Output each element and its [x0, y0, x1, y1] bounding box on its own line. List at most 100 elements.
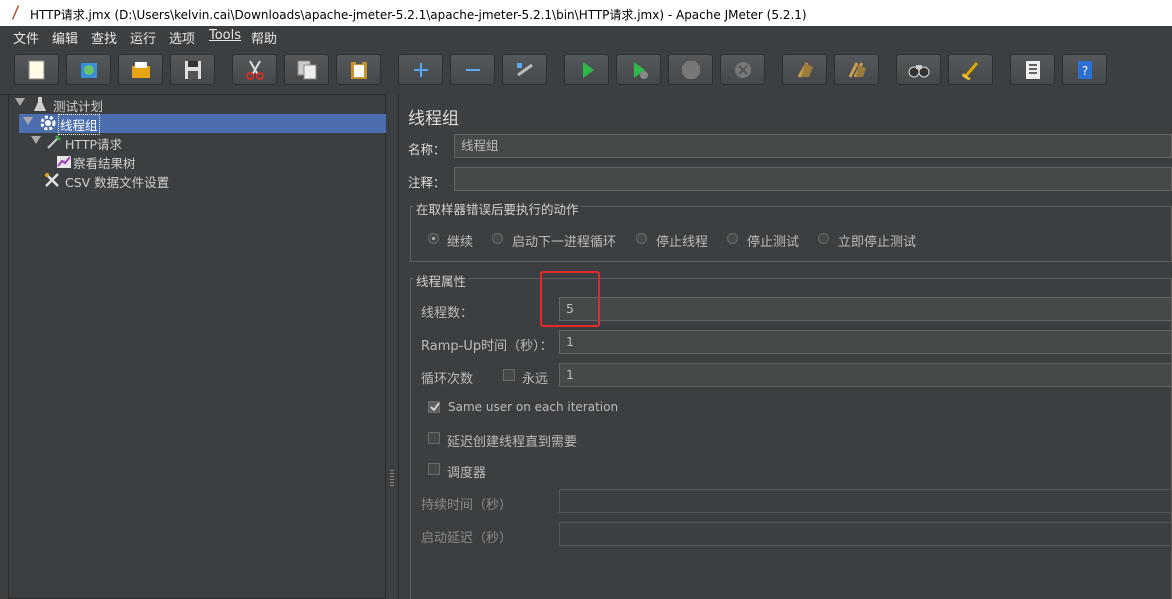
name-label: 名称： — [408, 142, 446, 157]
panel-title: 线程组 — [408, 109, 459, 129]
collapse-all-button[interactable] — [450, 54, 495, 85]
error-action-title: 在取样器错误后要执行的动作 — [414, 199, 581, 218]
same-user-checkbox[interactable] — [428, 401, 440, 413]
search-button[interactable] — [896, 54, 941, 85]
open-button[interactable] — [118, 54, 163, 85]
radio-stop-test-now[interactable] — [818, 233, 829, 244]
help-button[interactable]: ? — [1062, 54, 1107, 85]
function-helper-icon — [1026, 61, 1040, 79]
loop-count-input[interactable]: 1 — [559, 363, 1172, 387]
cut-button[interactable] — [232, 54, 277, 85]
new-button[interactable] — [14, 54, 59, 85]
tree-node-csv-config[interactable]: CSV 数据文件设置 — [13, 171, 233, 190]
templates-icon — [81, 63, 97, 78]
tree-node-http-request[interactable]: HTTP请求 — [13, 133, 213, 152]
forever-label: 永远 — [522, 372, 549, 387]
comment-field[interactable] — [454, 167, 1172, 191]
loop-count-label: 循环次数 — [421, 372, 474, 387]
search-icon — [908, 65, 930, 78]
name-field[interactable]: 线程组 — [454, 134, 1172, 158]
cut-icon — [246, 60, 264, 80]
svg-text:?: ? — [1082, 64, 1088, 78]
duration-input[interactable] — [559, 489, 1172, 513]
clear-all-button[interactable] — [834, 54, 879, 85]
startup-delay-input[interactable] — [559, 522, 1172, 546]
window-title: HTTP请求.jmx (D:\Users\kelvin.cai\Download… — [30, 8, 807, 22]
tree-node-test-plan[interactable]: 测试计划 — [13, 95, 213, 114]
same-user-label: Same user on each iteration — [448, 400, 619, 414]
templates-button[interactable] — [66, 54, 111, 85]
tree-expand-arrow-icon[interactable] — [15, 98, 25, 106]
radio-stop-test-now-label: 立即停止测试 — [838, 235, 917, 250]
save-icon — [185, 61, 201, 79]
reset-search-button[interactable] — [948, 54, 993, 85]
function-helper-button[interactable] — [1010, 54, 1055, 85]
tree-node-result-tree[interactable]: 察看结果树 — [13, 152, 213, 171]
tree-label-thread-group: 线程组 — [58, 114, 100, 135]
menu-tools[interactable]: Tools — [209, 28, 241, 43]
gear-icon — [40, 115, 56, 131]
menu-help[interactable]: 帮助 — [251, 28, 277, 47]
menu-options[interactable]: 选项 — [169, 28, 195, 47]
menu-bar: 文件 编辑 查找 运行 选项 Tools 帮助 — [0, 26, 1172, 48]
expand-all-button[interactable] — [398, 54, 443, 85]
tree-node-thread-group[interactable]: 线程组 — [13, 114, 213, 135]
radio-start-next-loop[interactable] — [492, 233, 503, 244]
thread-properties-title: 线程属性 — [414, 271, 469, 290]
toggle-icon — [517, 63, 533, 77]
collapse-icon — [466, 69, 480, 71]
start-button[interactable] — [564, 54, 609, 85]
menu-file[interactable]: 文件 — [13, 28, 39, 47]
comment-label: 注释： — [408, 175, 446, 190]
splitter-grip-icon — [390, 470, 394, 486]
menu-search[interactable]: 查找 — [91, 28, 117, 47]
threads-input[interactable]: 5 — [559, 297, 1172, 321]
window-title-bar: HTTP请求.jmx (D:\Users\kelvin.cai\Download… — [0, 0, 1172, 26]
help-icon: ? — [1078, 61, 1092, 79]
duration-label: 持续时间（秒） — [421, 498, 513, 513]
jmeter-feather-icon — [12, 5, 19, 20]
radio-continue[interactable] — [428, 233, 439, 244]
start-no-pause-icon — [634, 62, 648, 79]
flask-icon — [34, 97, 46, 111]
rampup-input[interactable]: 1 — [559, 330, 1172, 354]
threads-label: 线程数： — [421, 306, 474, 321]
tree-expand-arrow-icon[interactable] — [31, 136, 41, 144]
rampup-label: Ramp-Up时间（秒）： — [421, 339, 553, 354]
tree-label-http-request: HTTP请求 — [65, 137, 122, 152]
menu-edit[interactable]: 编辑 — [52, 28, 78, 47]
radio-stop-thread-label: 停止线程 — [656, 235, 709, 250]
scheduler-label: 调度器 — [447, 466, 487, 481]
radio-continue-label: 继续 — [447, 235, 474, 250]
shutdown-button[interactable] — [720, 54, 765, 85]
toolbar: ? — [0, 48, 1172, 95]
radio-start-next-loop-label: 启动下一进程循环 — [512, 235, 617, 250]
annotation-highlight-box — [540, 271, 600, 327]
stop-button[interactable] — [668, 54, 713, 85]
radio-stop-test-label: 停止测试 — [747, 235, 800, 250]
expand-icon — [414, 63, 428, 77]
checkmark-icon — [430, 402, 440, 412]
start-icon — [583, 62, 594, 78]
test-plan-tree: 测试计划 线程组 HTTP请求 察看结果树 CSV 数据文件设置 — [8, 94, 395, 599]
scheduler-checkbox[interactable] — [428, 463, 440, 475]
paste-button[interactable] — [336, 54, 381, 85]
chart-listener-icon — [57, 156, 71, 168]
reset-search-icon — [962, 62, 979, 80]
paste-icon — [351, 60, 367, 79]
menu-run[interactable]: 运行 — [130, 28, 156, 47]
clear-button[interactable] — [782, 54, 827, 85]
copy-icon — [297, 60, 317, 80]
radio-stop-test[interactable] — [727, 233, 738, 244]
start-no-pauses-button[interactable] — [616, 54, 661, 85]
toggle-button[interactable] — [502, 54, 547, 85]
delay-thread-creation-checkbox[interactable] — [428, 432, 440, 444]
copy-button[interactable] — [284, 54, 329, 85]
save-button[interactable] — [170, 54, 215, 85]
radio-stop-thread[interactable] — [636, 233, 647, 244]
panel-splitter[interactable] — [386, 94, 398, 599]
forever-checkbox[interactable] — [503, 369, 515, 381]
tree-expand-arrow-icon[interactable] — [23, 117, 33, 125]
tree-label-result-tree: 察看结果树 — [73, 156, 136, 171]
new-icon — [28, 60, 45, 80]
